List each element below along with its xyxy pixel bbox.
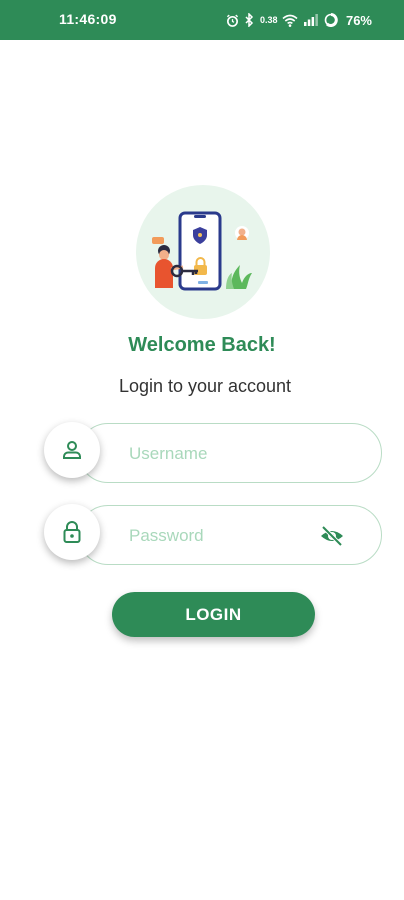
visibility-off-icon[interactable] <box>319 523 345 549</box>
username-field[interactable] <box>78 423 382 484</box>
battery-icon <box>324 13 338 27</box>
status-icons: 0.38 76% <box>226 10 372 30</box>
password-input[interactable] <box>127 506 311 566</box>
status-time: 11:46:09 <box>59 11 117 27</box>
page-subtitle: Login to your account <box>118 376 292 396</box>
lock-icon <box>44 504 100 560</box>
user-icon <box>44 422 100 478</box>
network-speed: 0.38 <box>259 14 278 25</box>
alarm-icon <box>226 14 239 27</box>
password-field[interactable] <box>78 505 382 566</box>
login-button[interactable]: LOGIN <box>112 592 315 637</box>
battery-percent: 76% <box>345 12 372 28</box>
bluetooth-icon <box>245 13 254 27</box>
wifi-icon <box>282 14 298 27</box>
status-bar: 11:46:09 0.38 76% <box>0 0 404 40</box>
login-illustration <box>136 185 270 319</box>
username-input[interactable] <box>127 424 311 484</box>
signal-icon <box>303 14 318 26</box>
page-title: Welcome Back! <box>128 334 276 356</box>
